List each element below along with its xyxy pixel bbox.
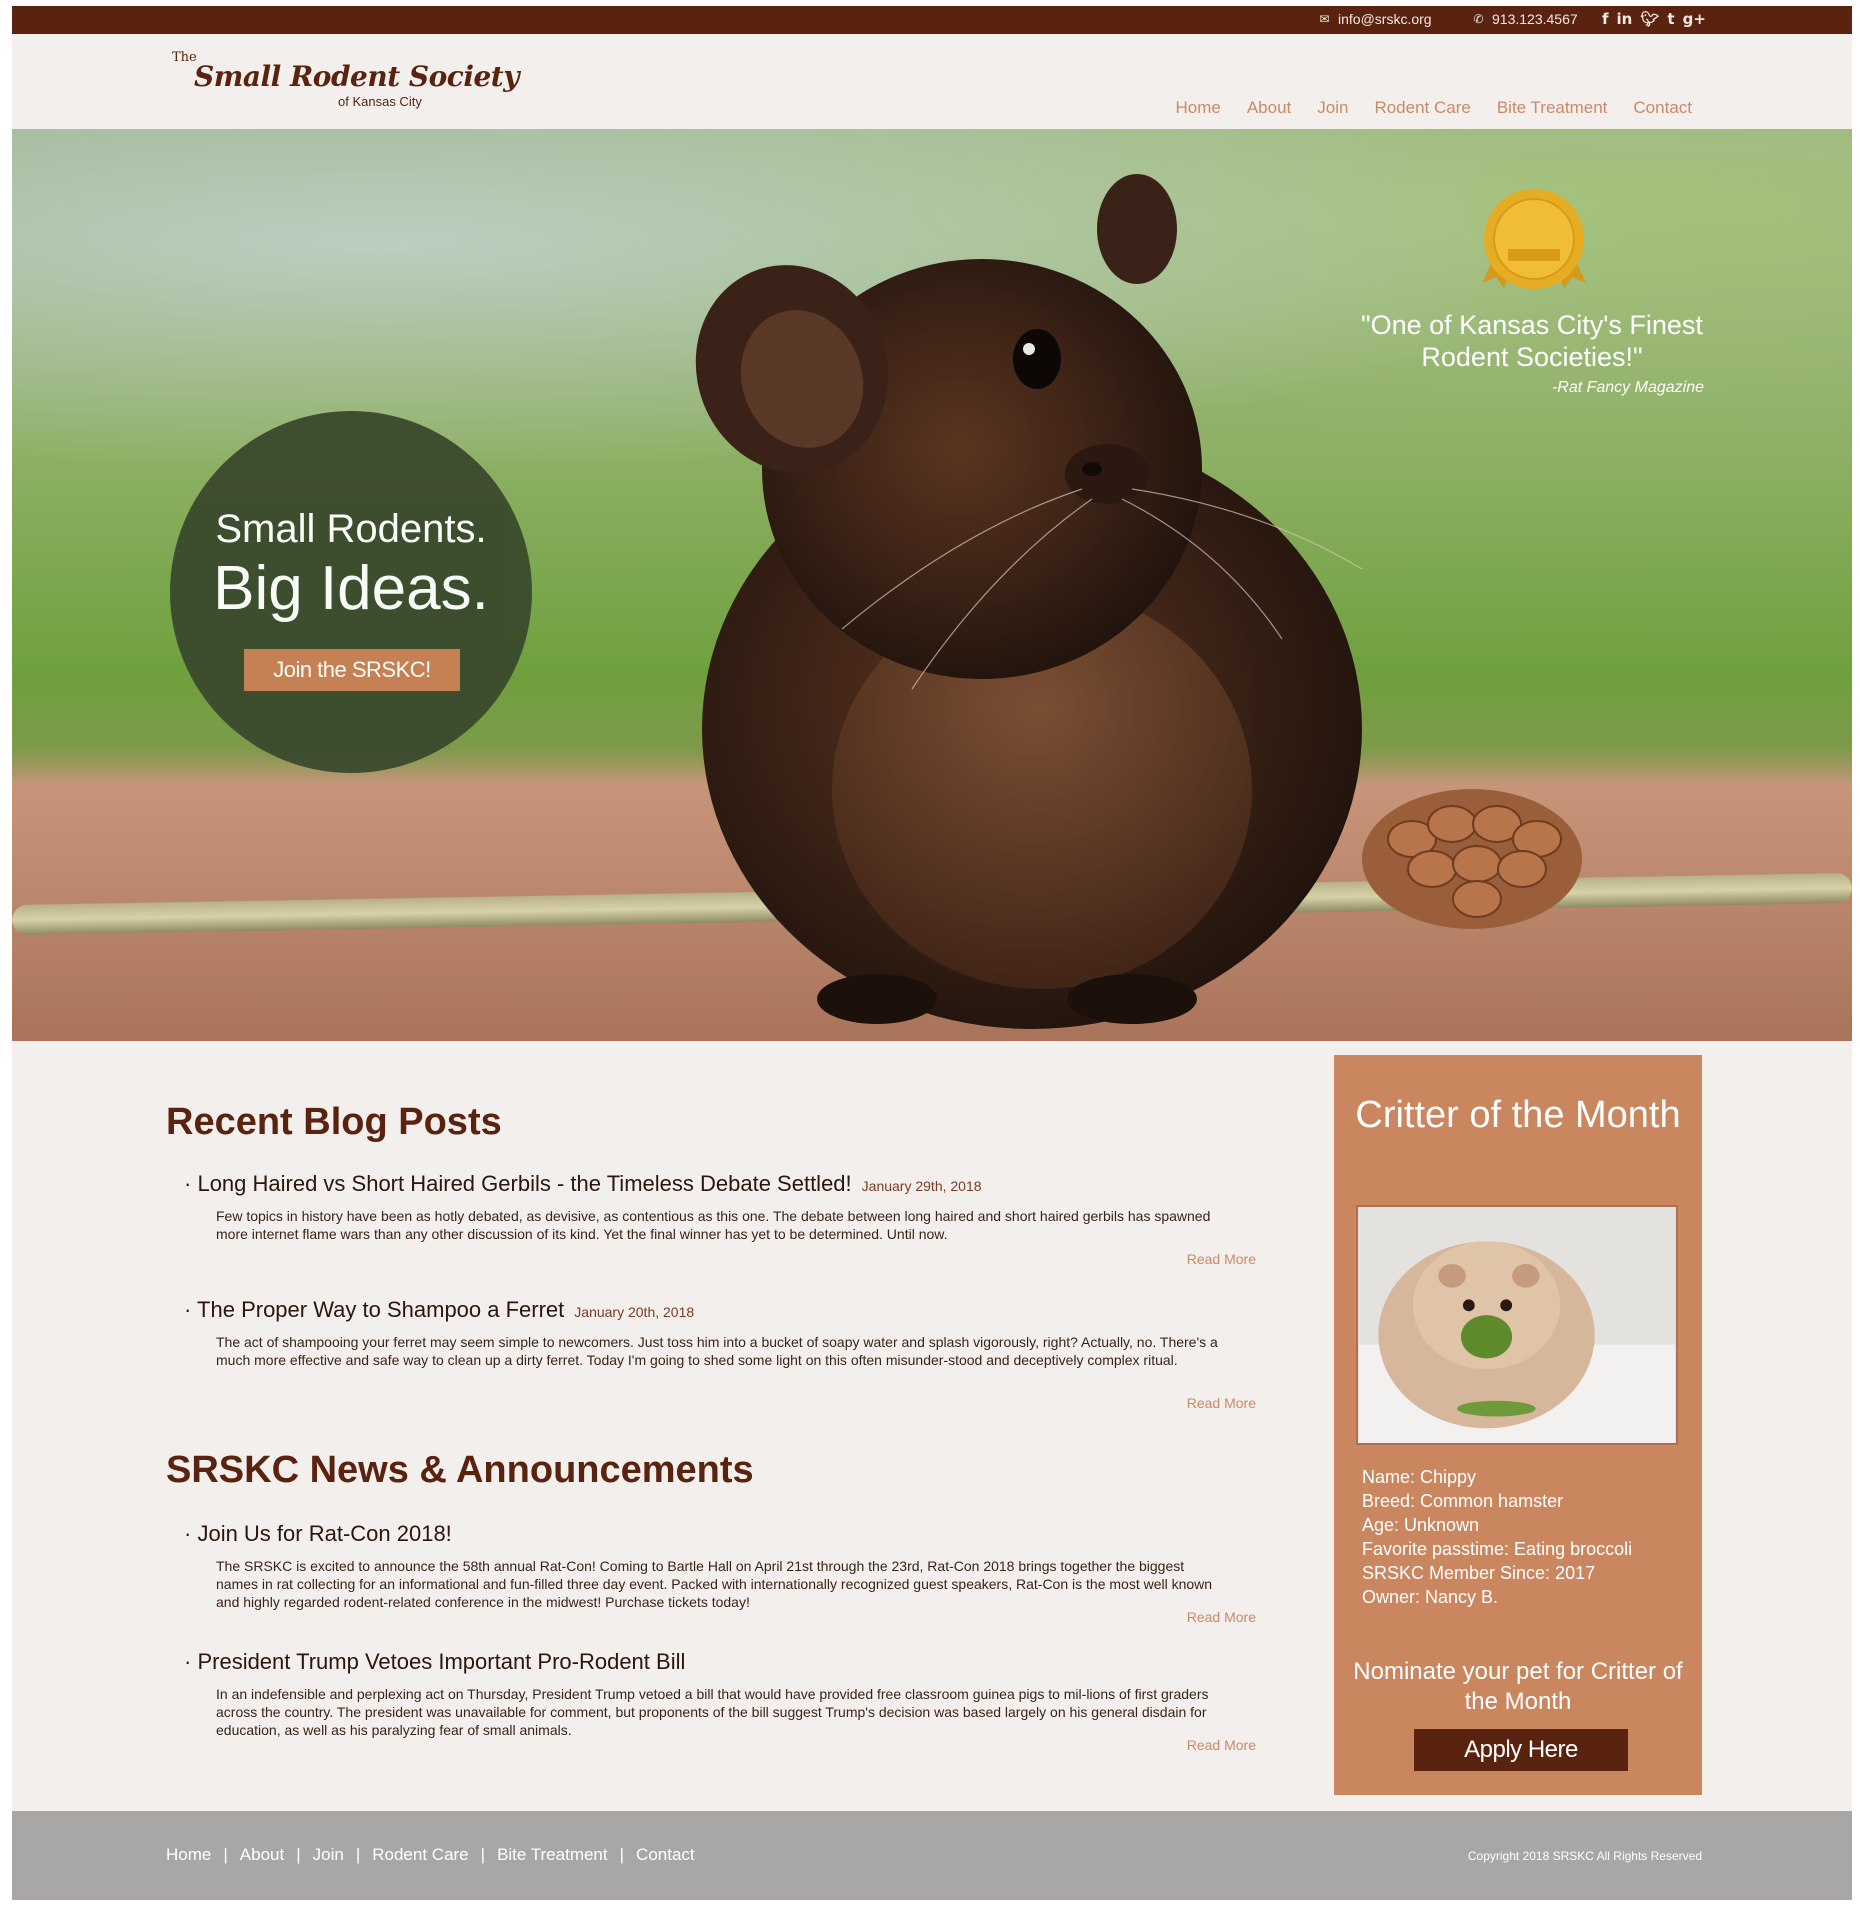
hero-banner: Small Rodents. Big Ideas. Join the SRSKC… [12,129,1852,1041]
copyright: Copyright 2018 SRSKC All Rights Reserved [1467,1849,1702,1863]
twitter-icon[interactable]: 🐦︎ [1640,10,1659,28]
separator: | [355,1845,361,1864]
footer-join[interactable]: Join [313,1845,344,1865]
site-footer: Home | About | Join | Rodent Care | Bite Tre… [12,1811,1852,1900]
critter-owner: Owner: Nancy B. [1362,1587,1499,1607]
tumblr-icon[interactable]: t [1667,10,1674,28]
main-nav: Home About Join Rodent Care Bite Treatme… [1175,98,1692,118]
phone-icon: ✆ [1473,11,1484,26]
separator: | [480,1845,486,1864]
critter-title: Critter of the Month [1355,1094,1681,1136]
pinecone-image [1362,789,1582,929]
hero-line-2: Big Ideas. [213,554,489,623]
critter-of-the-month-panel: Critter of the Month Name: Chippy Breed:… [1334,1055,1702,1795]
blog-post-title[interactable]: Long Haired vs Short Haired Gerbils - th… [197,1171,851,1196]
site-logo[interactable]: The Small Rodent Society of Kansas City [172,48,520,118]
bullet: · [184,1171,198,1196]
critter-breed: Breed: Common hamster [1362,1491,1564,1511]
footer-contact[interactable]: Contact [636,1845,695,1865]
hero-line-1: Small Rodents. [215,507,487,551]
top-bar: ✉ info@srskc.org ✆ 913.123.4567 f in 🐦︎ … [12,6,1852,34]
critter-pastime: Favorite passtime: Eating broccoli [1362,1539,1633,1559]
news-post-heading: · President Trump Vetoes Important Pro-R… [184,1649,1256,1675]
footer-rodent-care[interactable]: Rodent Care [372,1845,468,1865]
blog-post-heading: · The Proper Way to Shampoo a Ferret Janu… [184,1297,1256,1323]
critter-name: Name: Chippy [1362,1467,1477,1487]
read-more-link[interactable]: Read More [1187,1737,1256,1753]
news-section-title: SRSKC News & Announcements [166,1449,754,1491]
blog-post-title[interactable]: The Proper Way to Shampoo a Ferret [197,1297,564,1322]
blog-section-title: Recent Blog Posts [166,1101,502,1143]
news-post: · Join Us for Rat-Con 2018! The SRSKC is… [184,1521,1256,1625]
news-post: · President Trump Vetoes Important Pro-R… [184,1649,1256,1753]
bullet: · [184,1521,198,1546]
press-quote-source: -Rat Fancy Magazine [1551,379,1704,396]
news-post-title[interactable]: Join Us for Rat-Con 2018! [197,1521,451,1546]
separator: | [296,1845,301,1864]
critter-member-since: SRSKC Member Since: 2017 [1362,1563,1596,1583]
nav-about[interactable]: About [1247,98,1291,118]
bullet: · [184,1649,198,1674]
award-badge-icon [1482,189,1586,289]
bullet: · [184,1297,198,1322]
hero-tagline-circle: Small Rodents. Big Ideas. Join the SRSKC… [170,411,532,773]
email-contact[interactable]: ✉ info@srskc.org [1318,11,1432,27]
nav-join[interactable]: Join [1317,98,1348,118]
footer-nav: Home | About | Join | Rodent Care | Bite Tre… [166,1845,695,1865]
read-more-link[interactable]: Read More [1187,1395,1256,1411]
blog-post-date: January 29th, 2018 [861,1178,982,1194]
critter-facts: Name: Chippy Breed: Common hamster Age: … [1362,1465,1632,1609]
nav-home[interactable]: Home [1175,98,1220,118]
nav-contact[interactable]: Contact [1633,98,1692,118]
press-quote: "One of Kansas City's Finest Rodent Soci… [1361,310,1703,372]
google-plus-icon[interactable]: g+ [1683,10,1706,28]
phone-text: 913.123.4567 [1492,11,1578,27]
blog-post: · Long Haired vs Short Haired Gerbils - … [184,1171,1256,1267]
page: ✉ info@srskc.org ✆ 913.123.4567 f in 🐦︎ … [12,6,1852,1900]
footer-bite-treatment[interactable]: Bite Treatment [497,1845,608,1865]
linkedin-icon[interactable]: in [1617,10,1633,28]
facebook-icon[interactable]: f [1602,10,1609,28]
blog-post-excerpt: Few topics in history have been as hotly… [216,1208,1211,1242]
blog-post: · The Proper Way to Shampoo a Ferret Janu… [184,1297,1256,1411]
read-more-link[interactable]: Read More [1187,1251,1256,1267]
news-post-excerpt: In an indefensible and perplexing act on… [216,1686,1209,1738]
footer-about[interactable]: About [240,1845,284,1865]
read-more-link[interactable]: Read More [1187,1609,1256,1625]
nav-rodent-care[interactable]: Rodent Care [1374,98,1470,118]
main-content: Recent Blog Posts · Long Haired vs Short… [12,1041,1852,1811]
news-post-title[interactable]: President Trump Vetoes Important Pro-Rod… [197,1649,685,1674]
guinea-pig-image [695,174,1363,1029]
envelope-icon: ✉ [1319,11,1330,26]
news-post-excerpt: The SRSKC is excited to announce the 58t… [216,1558,1213,1610]
logo-name: Small Rodent Society [194,60,520,93]
social-links: f in 🐦︎ t g+ [1602,10,1706,28]
separator: | [223,1845,228,1864]
critter-age: Age: Unknown [1362,1515,1480,1535]
footer-home[interactable]: Home [166,1845,211,1865]
blog-post-excerpt: The act of shampooing your ferret may se… [216,1334,1218,1368]
apply-button[interactable]: Apply Here [1414,1729,1628,1771]
blog-post-date: January 20th, 2018 [574,1304,695,1320]
nav-bite-treatment[interactable]: Bite Treatment [1497,98,1608,118]
logo-subtitle: of Kansas City [338,94,422,109]
separator: | [619,1845,625,1864]
blog-post-heading: · Long Haired vs Short Haired Gerbils - … [184,1171,1256,1197]
site-header: The Small Rodent Society of Kansas City … [12,34,1852,129]
email-text: info@srskc.org [1338,11,1432,27]
join-button[interactable]: Join the SRSKC! [244,649,460,691]
nominate-text: Nominate your pet for Critter of the Mon… [1353,1658,1683,1715]
phone-contact[interactable]: ✆ 913.123.4567 [1472,11,1578,27]
news-post-heading: · Join Us for Rat-Con 2018! [184,1521,1256,1547]
hamster-photo [1356,1205,1678,1445]
